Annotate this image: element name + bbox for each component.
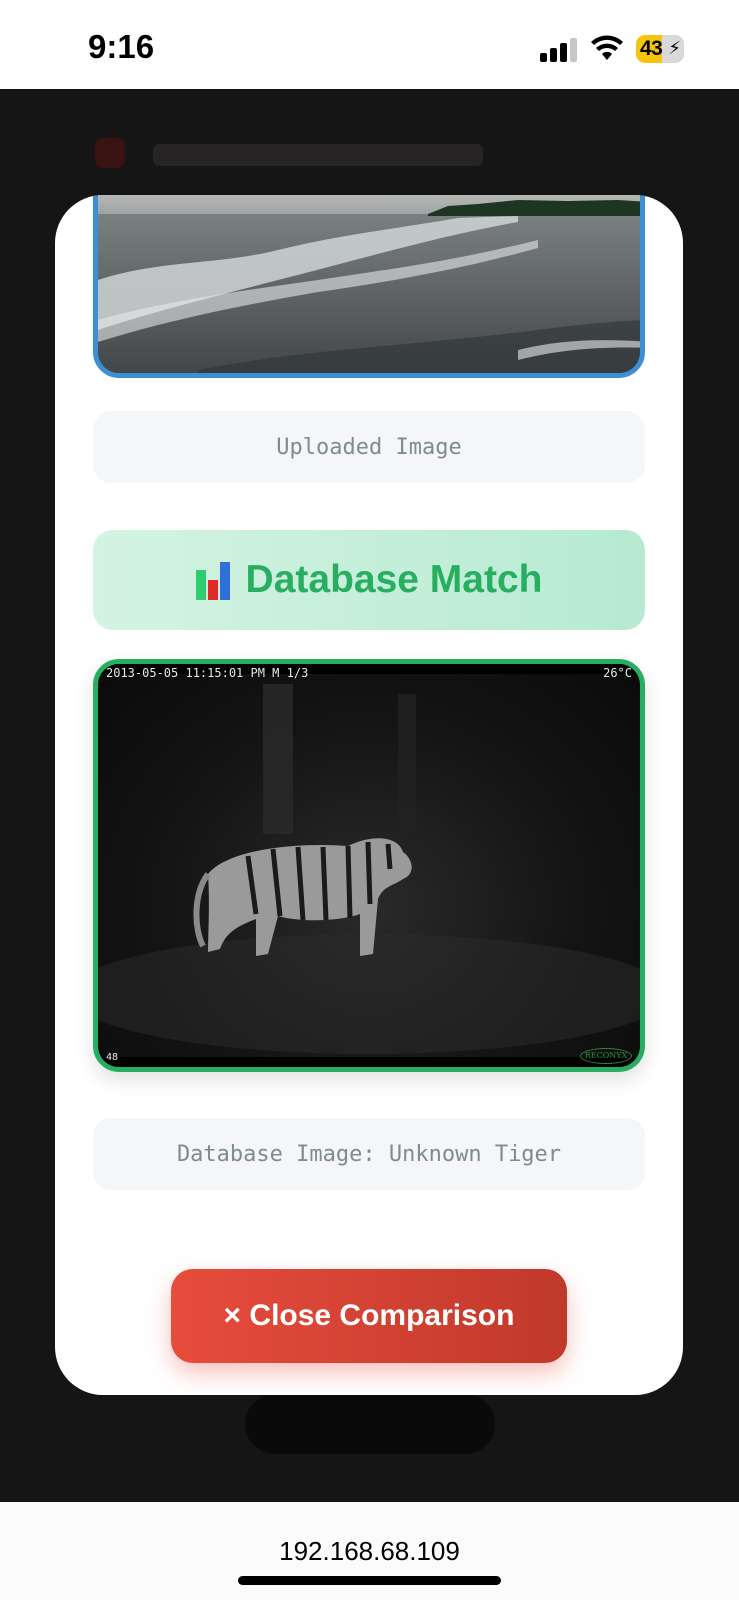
page-logo-icon — [95, 138, 125, 168]
bar-chart-icon — [195, 560, 232, 600]
camera-temperature: 26°C — [603, 666, 632, 680]
tiger-camera-trap-image — [98, 664, 640, 1067]
camera-timestamp: 2013-05-05 11:15:01 PM M 1/3 — [106, 666, 309, 680]
camera-footer-number: 48 — [106, 1052, 119, 1063]
battery-icon: 43 ⚡ — [636, 35, 684, 63]
backdrop-button — [245, 1394, 495, 1454]
database-match-header: Database Match — [93, 530, 645, 630]
screen: 9:16 43 ⚡ Uploaded Image Database Match … — [0, 0, 739, 1600]
comparison-modal: Uploaded Image Database Match 2013-05-05… — [55, 195, 683, 1395]
home-indicator[interactable] — [238, 1576, 501, 1585]
camera-brand-logo: RECONYX — [580, 1048, 632, 1064]
battery-level: 43 — [640, 37, 663, 60]
close-comparison-button[interactable]: × Close Comparison — [171, 1269, 567, 1363]
database-image-caption: Database Image: Unknown Tiger — [93, 1118, 645, 1190]
uploaded-image — [93, 195, 645, 378]
charging-bolt-icon: ⚡ — [668, 38, 681, 58]
status-bar: 9:16 43 ⚡ — [0, 0, 739, 89]
ocean-waves-image — [98, 195, 640, 373]
wifi-icon — [591, 35, 623, 60]
browser-url-bar[interactable]: 192.168.68.109 — [0, 1502, 739, 1600]
uploaded-image-caption: Uploaded Image — [93, 411, 645, 483]
cellular-signal-icon — [540, 38, 578, 62]
page-title-placeholder — [153, 144, 483, 166]
database-match-title: Database Match — [245, 558, 543, 601]
backdrop-page-header — [95, 134, 495, 174]
database-image: 2013-05-05 11:15:01 PM M 1/3 26°C 48 REC… — [93, 659, 645, 1072]
url-text[interactable]: 192.168.68.109 — [0, 1536, 739, 1567]
status-time: 9:16 — [88, 28, 155, 65]
